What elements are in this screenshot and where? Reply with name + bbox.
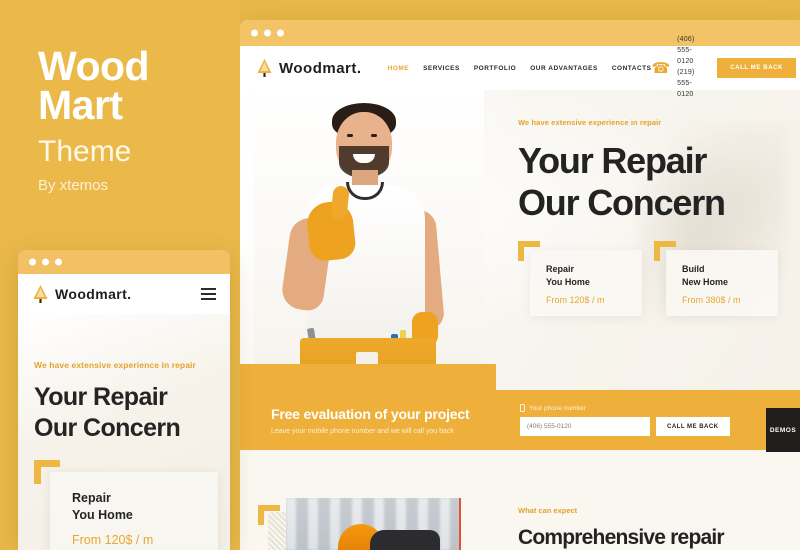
header-phone-block[interactable]: ☎ (406) 555-0120 (219) 555-0120	[651, 35, 707, 100]
site-logo[interactable]: Woodmart.	[256, 58, 362, 78]
mobile-service-card-body: Repair You Home From 120$ / m	[50, 472, 218, 547]
phone-field-label: Your phone number	[520, 404, 730, 412]
mobile-hero-heading: Your Repair Our Concern	[34, 382, 214, 443]
promo-title-line2: Mart	[38, 81, 123, 128]
mobile-site-header: Woodmart.	[18, 274, 230, 314]
hero-section: We have extensive experience in repair Y…	[240, 90, 800, 390]
mobile-hero-kicker: We have extensive experience in repair	[34, 360, 196, 370]
hamburger-menu-icon[interactable]	[201, 288, 216, 300]
hero-service-cards: Repair You Home From 120$ / m Build New …	[518, 241, 778, 316]
service-card-title-line2: You Home	[546, 276, 590, 287]
tree-logo-icon	[32, 284, 49, 304]
band-copy: Free evaluation of your project Leave yo…	[240, 406, 510, 435]
header-right-group: ☎ (406) 555-0120 (219) 555-0120 CALL ME …	[651, 35, 800, 100]
hero-copy: We have extensive experience in repair Y…	[518, 118, 798, 225]
service-card-price: From 380$ / m	[682, 295, 741, 306]
worker-hardhat-photo	[286, 498, 461, 550]
window-dot-close[interactable]	[251, 29, 258, 37]
mobile-dot-maximize[interactable]	[55, 258, 62, 266]
header-phone-2: (219) 555-0120	[677, 69, 695, 98]
service-card-title-line1: Build	[682, 264, 705, 274]
service-card-title: Build New Home	[682, 263, 778, 288]
band-call-me-back-button[interactable]: CALL ME BACK	[656, 417, 730, 436]
service-card-price: From 120$ / m	[546, 295, 605, 306]
hero-heading-line1: Your Repair	[518, 140, 707, 181]
hero-orange-floor	[240, 364, 496, 390]
mobile-dot-close[interactable]	[29, 258, 36, 266]
mobile-browser-mockup: Woodmart. We have extensive experience i…	[18, 250, 230, 550]
nav-item-services[interactable]: SERVICES	[423, 65, 460, 72]
promo-subtitle: Theme	[38, 135, 132, 168]
header-phone-1: (406) 555-0120	[677, 36, 695, 66]
photo-red-accent-line	[459, 498, 461, 550]
mobile-dot-minimize[interactable]	[42, 258, 49, 266]
desktop-browser-mockup: Woodmart. HOME SERVICES PORTFOLIO OUR AD…	[240, 20, 800, 550]
band-form: CALL ME BACK	[520, 417, 730, 436]
band-form-group: Your phone number CALL ME BACK	[510, 404, 730, 436]
service-card-title-line1: Repair	[546, 264, 575, 274]
worker-body	[370, 530, 440, 550]
service-card-body: Repair You Home From 120$ / m	[530, 250, 642, 316]
hero-heading-line2: Our Concern	[518, 182, 726, 224]
mobile-service-card[interactable]: Repair You Home From 120$ / m	[34, 460, 218, 550]
mobile-phone-icon	[520, 404, 525, 412]
demos-side-tab[interactable]: DEMOS	[766, 408, 800, 452]
band-subtitle: Leave your mobile phone number and we wi…	[271, 427, 454, 435]
nav-item-portfolio[interactable]: PORTFOLIO	[474, 65, 516, 72]
mobile-card-title-line1: Repair	[72, 491, 111, 505]
window-dot-minimize[interactable]	[264, 29, 271, 37]
promo-title-line1: Wood	[38, 43, 150, 89]
main-nav: HOME SERVICES PORTFOLIO OUR ADVANTAGES C…	[388, 65, 652, 72]
corner-accent-icon	[34, 460, 60, 484]
technician-right-eye	[371, 134, 377, 137]
phone-icon: ☎	[651, 59, 671, 77]
mobile-hero-heading-line2: Our Concern	[34, 413, 181, 442]
hero-technician-photo	[240, 90, 496, 390]
nav-item-home[interactable]: HOME	[388, 65, 410, 72]
phone-field-label-text: Your phone number	[529, 404, 586, 412]
service-card-title-line2: New Home	[682, 276, 729, 287]
window-traffic-lights	[251, 29, 284, 37]
mobile-service-card-title: Repair You Home	[72, 490, 218, 524]
free-evaluation-band: Free evaluation of your project Leave yo…	[240, 390, 800, 450]
mobile-site-logo-text: Woodmart.	[55, 286, 132, 302]
window-dot-maximize[interactable]	[277, 29, 284, 37]
mobile-traffic-lights	[29, 258, 62, 266]
promo-title: Wood Mart	[38, 43, 150, 128]
service-card-body: Build New Home From 380$ / m	[666, 250, 778, 316]
mobile-site-logo[interactable]: Woodmart.	[32, 284, 131, 304]
mobile-hero-heading-line1: Your Repair	[34, 383, 168, 411]
expectations-heading: Comprehensive repair full types of housi…	[518, 525, 800, 550]
nav-item-our-advantages[interactable]: OUR ADVANTAGES	[530, 65, 598, 72]
header-phone-numbers: (406) 555-0120 (219) 555-0120	[677, 35, 707, 100]
promo-byline: By xtemos	[38, 177, 109, 194]
mobile-chrome-bar	[18, 250, 230, 274]
mobile-service-card-price: From 120$ / m	[72, 532, 154, 547]
tree-logo-icon	[256, 58, 273, 78]
expectations-heading-line1: Comprehensive repair	[518, 526, 725, 549]
service-card-title: Repair You Home	[546, 263, 642, 288]
technician-left-eye	[347, 134, 353, 137]
service-card-repair[interactable]: Repair You Home From 120$ / m	[518, 241, 642, 316]
mobile-card-title-line2: You Home	[72, 507, 133, 522]
nav-item-contacts[interactable]: CONTACTS	[612, 65, 652, 72]
header-call-me-back-button[interactable]: CALL ME BACK	[717, 58, 796, 78]
expectations-section: What can expect Comprehensive repair ful…	[240, 450, 800, 550]
site-header: Woodmart. HOME SERVICES PORTFOLIO OUR AD…	[240, 36, 800, 98]
band-title: Free evaluation of your project	[271, 405, 470, 422]
expectations-copy: What can expect Comprehensive repair ful…	[518, 506, 800, 550]
expectations-kicker: What can expect	[518, 506, 578, 515]
hero-kicker: We have extensive experience in repair	[518, 118, 662, 127]
site-logo-text: Woodmart.	[279, 59, 362, 77]
service-card-build[interactable]: Build New Home From 380$ / m	[654, 241, 778, 316]
phone-number-input[interactable]	[520, 417, 650, 436]
hero-heading: Your Repair Our Concern	[518, 140, 798, 225]
